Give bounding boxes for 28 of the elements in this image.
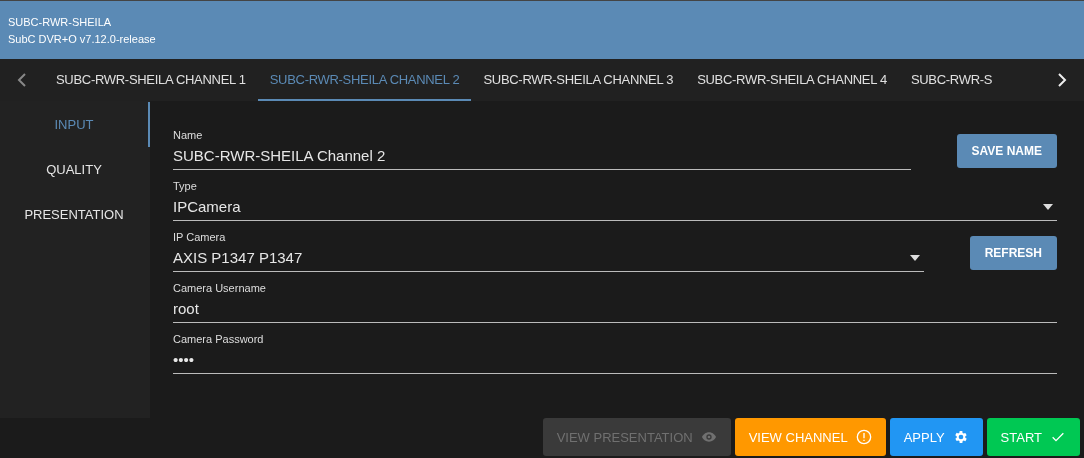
field-label: Name (173, 129, 204, 141)
alert-icon (855, 429, 872, 445)
chevron-left-icon[interactable] (17, 73, 27, 87)
dropdown[interactable]: IPCamera (173, 196, 1057, 221)
input-field[interactable]: •••• (173, 349, 1057, 374)
field-label: Camera Username (173, 282, 267, 294)
field-label: Type (173, 180, 198, 192)
channel-tab[interactable]: SUBC-RWR-SHEILA CHANNEL 1 (44, 59, 258, 101)
field-label: Camera Password (173, 333, 265, 345)
device-title: SUBC-RWR-SHEILA (8, 15, 113, 28)
sidebar-item[interactable]: PRESENTATION (0, 192, 150, 237)
sidebar-item[interactable]: QUALITY (0, 147, 150, 192)
caret-icon (1043, 203, 1053, 210)
channel-tab[interactable]: SUBC-RWR-SHEILA CHANNEL 4 (685, 59, 899, 101)
input-field[interactable]: SUBC-RWR-SHEILA Channel 2 (173, 145, 911, 170)
field-label: IP Camera (173, 231, 227, 243)
channel-tab[interactable]: SUBC-RWR-SHEILA CHANNEL 2 (257, 59, 472, 101)
action-button[interactable]: REFRESH (969, 235, 1057, 270)
version-text: SubC DVR+O v7.12.0-release (8, 32, 157, 45)
input-field[interactable]: root (173, 298, 1057, 323)
chevron-right-icon[interactable] (1057, 73, 1067, 87)
channel-tab[interactable]: SUBC-RWR-SHEILA CHANNEL 3 (471, 59, 686, 101)
eye-icon (700, 429, 717, 445)
action-button[interactable]: SAVE NAME (956, 133, 1057, 168)
channel-tab[interactable]: SUBC-RWR-S (898, 59, 1005, 101)
sidebar-item[interactable]: INPUT (0, 102, 150, 147)
dropdown[interactable]: AXIS P1347 P1347 (173, 247, 924, 272)
caret-icon (909, 254, 920, 261)
